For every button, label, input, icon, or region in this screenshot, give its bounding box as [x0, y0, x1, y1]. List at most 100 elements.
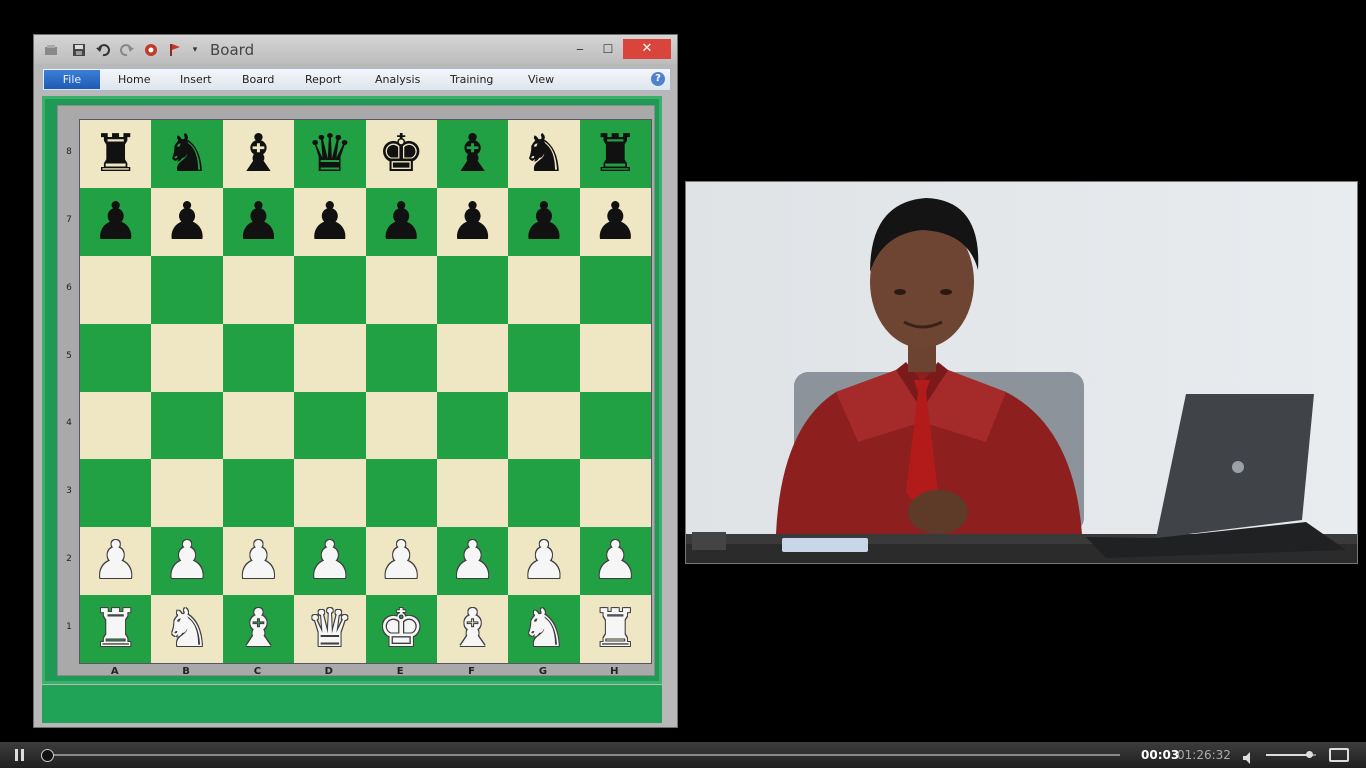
square-e6[interactable] [365, 255, 437, 324]
square-c5[interactable] [222, 323, 295, 392]
square-f3[interactable] [436, 459, 509, 528]
white-knight[interactable]: ♞ [164, 603, 211, 655]
volume-icon[interactable] [1243, 749, 1255, 764]
square-d2[interactable]: ♟ [294, 527, 366, 596]
tab-file[interactable]: File [44, 70, 100, 89]
square-e7[interactable]: ♟ [365, 187, 437, 256]
black-bishop[interactable]: ♝ [235, 128, 282, 180]
square-c6[interactable] [222, 255, 295, 324]
square-e3[interactable] [365, 459, 437, 528]
square-c3[interactable] [222, 459, 295, 528]
square-b3[interactable] [151, 459, 223, 528]
square-e1[interactable]: ♚ [365, 595, 437, 663]
square-f7[interactable]: ♟ [436, 187, 509, 256]
black-rook[interactable]: ♜ [92, 128, 139, 180]
square-h8[interactable]: ♜ [579, 120, 651, 188]
white-pawn[interactable]: ♟ [378, 535, 425, 587]
black-rook[interactable]: ♜ [592, 128, 639, 180]
square-f5[interactable] [436, 323, 509, 392]
square-d3[interactable] [294, 459, 366, 528]
square-h7[interactable]: ♟ [579, 187, 651, 256]
square-g3[interactable] [508, 459, 580, 528]
square-h2[interactable]: ♟ [579, 527, 651, 596]
black-king[interactable]: ♚ [378, 128, 425, 180]
square-d7[interactable]: ♟ [294, 187, 366, 256]
square-b6[interactable] [151, 255, 223, 324]
help-icon[interactable]: ? [651, 72, 665, 86]
white-pawn[interactable]: ♟ [164, 535, 211, 587]
black-knight[interactable]: ♞ [164, 128, 211, 180]
square-f1[interactable]: ♝ [436, 595, 509, 663]
black-pawn[interactable]: ♟ [307, 196, 354, 248]
tab-home[interactable]: Home [118, 73, 150, 86]
square-a6[interactable] [80, 255, 152, 324]
square-h6[interactable] [579, 255, 651, 324]
square-g5[interactable] [508, 323, 580, 392]
square-e2[interactable]: ♟ [365, 527, 437, 596]
square-c2[interactable]: ♟ [222, 527, 295, 596]
pause-button[interactable] [13, 748, 27, 762]
square-e5[interactable] [365, 323, 437, 392]
square-a1[interactable]: ♜ [80, 595, 152, 663]
chessboard[interactable]: ♜ ♞ ♝ ♛ ♚ ♝ ♞ ♜ ♟ ♟ ♟ ♟ ♟ ♟ ♟ ♟ ♟ ♟ ♟ ♟ ♟ ♟ ♟ ♟ ♜ ♞ ♝ ♛ ♚ ♝ ♞ ♜ [79, 119, 652, 664]
fullscreen-button[interactable] [1329, 748, 1349, 762]
black-pawn[interactable]: ♟ [235, 196, 282, 248]
black-pawn[interactable]: ♟ [378, 196, 425, 248]
tab-analysis[interactable]: Analysis [375, 73, 420, 86]
square-a4[interactable] [80, 391, 152, 460]
square-f2[interactable]: ♟ [436, 527, 509, 596]
tab-insert[interactable]: Insert [180, 73, 212, 86]
square-c4[interactable] [222, 391, 295, 460]
black-pawn[interactable]: ♟ [521, 196, 568, 248]
square-b5[interactable] [151, 323, 223, 392]
dropdown-icon[interactable]: ▾ [188, 43, 202, 57]
white-bishop[interactable]: ♝ [449, 603, 496, 655]
minimize-button[interactable]: ‒ [568, 39, 592, 59]
square-c1[interactable]: ♝ [222, 595, 295, 663]
close-button[interactable]: ✕ [623, 39, 671, 59]
square-d1[interactable]: ♛ [294, 595, 366, 663]
seek-handle[interactable] [40, 749, 54, 762]
save-icon[interactable] [72, 43, 86, 57]
square-c7[interactable]: ♟ [222, 187, 295, 256]
volume-handle[interactable] [1305, 751, 1313, 758]
black-pawn[interactable]: ♟ [449, 196, 496, 248]
flag-icon[interactable] [168, 43, 182, 57]
white-pawn[interactable]: ♟ [92, 535, 139, 587]
volume-slider[interactable] [1266, 751, 1316, 758]
tab-training[interactable]: Training [450, 73, 493, 86]
undo-icon[interactable] [96, 43, 110, 57]
square-d4[interactable] [294, 391, 366, 460]
square-f4[interactable] [436, 391, 509, 460]
tab-view[interactable]: View [528, 73, 554, 86]
white-rook[interactable]: ♜ [592, 603, 639, 655]
maximize-button[interactable]: ☐ [594, 39, 622, 59]
black-pawn[interactable]: ♟ [92, 196, 139, 248]
square-g4[interactable] [508, 391, 580, 460]
white-rook[interactable]: ♜ [92, 603, 139, 655]
square-f8[interactable]: ♝ [436, 120, 509, 188]
black-pawn[interactable]: ♟ [592, 196, 639, 248]
square-b4[interactable] [151, 391, 223, 460]
white-knight[interactable]: ♞ [521, 603, 568, 655]
square-e4[interactable] [365, 391, 437, 460]
square-a3[interactable] [80, 459, 152, 528]
tab-board[interactable]: Board [242, 73, 274, 86]
square-d8[interactable]: ♛ [294, 120, 366, 188]
square-f6[interactable] [436, 255, 509, 324]
square-g6[interactable] [508, 255, 580, 324]
engine-icon[interactable] [144, 43, 158, 57]
square-c8[interactable]: ♝ [222, 120, 295, 188]
title-bar[interactable]: ▾ Board ‒ ☐ ✕ [34, 35, 677, 64]
black-bishop[interactable]: ♝ [449, 128, 496, 180]
redo-icon[interactable] [120, 43, 134, 57]
app-logo-icon[interactable] [44, 43, 58, 57]
square-a5[interactable] [80, 323, 152, 392]
square-d6[interactable] [294, 255, 366, 324]
white-pawn[interactable]: ♟ [449, 535, 496, 587]
square-g2[interactable]: ♟ [508, 527, 580, 596]
square-g8[interactable]: ♞ [508, 120, 580, 188]
tab-report[interactable]: Report [305, 73, 341, 86]
white-pawn[interactable]: ♟ [307, 535, 354, 587]
square-a7[interactable]: ♟ [80, 187, 152, 256]
